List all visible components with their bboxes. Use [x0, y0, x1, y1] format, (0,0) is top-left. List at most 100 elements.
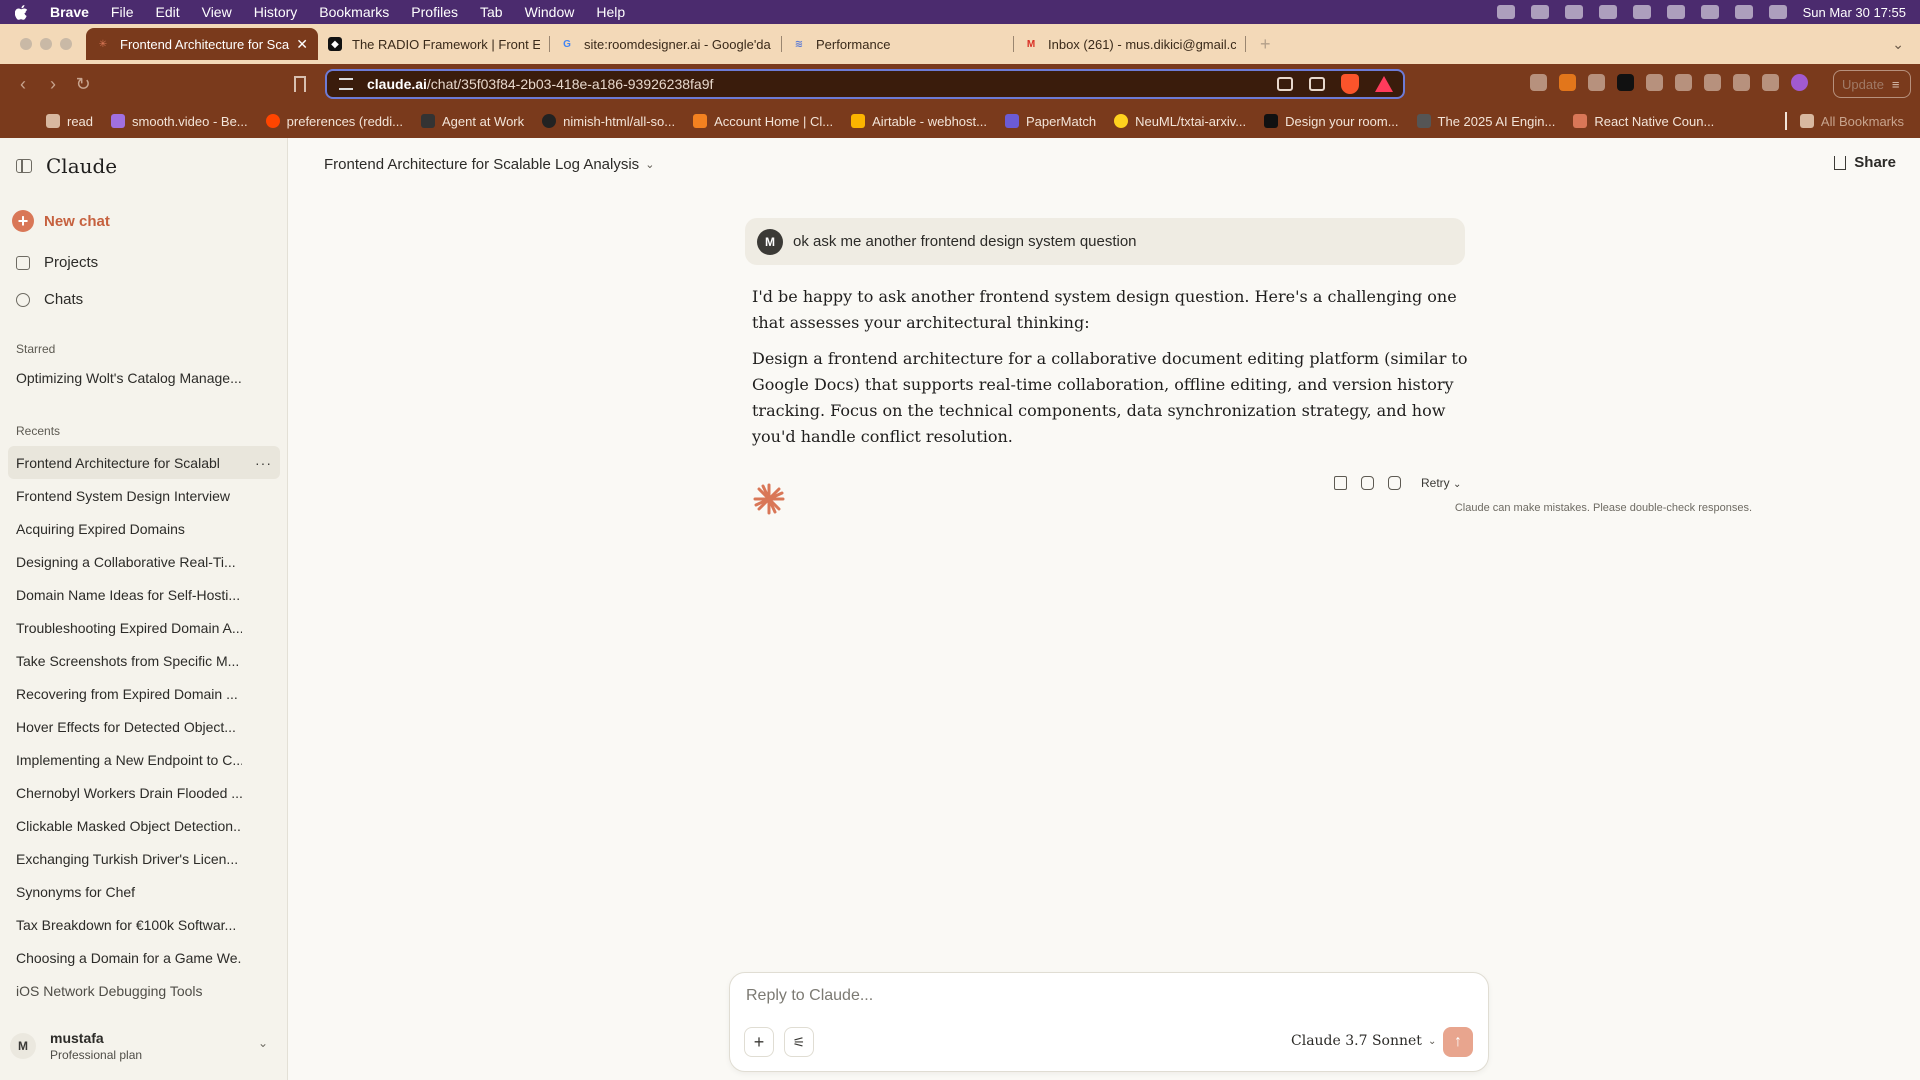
- address-bar[interactable]: claude.ai /chat/35f03f84-2b03-418e-a186-…: [325, 69, 1405, 99]
- recent-chat-item[interactable]: iOS Network Debugging Tools: [8, 974, 280, 1007]
- profile-icon[interactable]: [1791, 74, 1808, 91]
- user-menu[interactable]: M mustafa Professional plan ⌄: [10, 1030, 278, 1062]
- menu-app-name[interactable]: Brave: [50, 4, 89, 20]
- notion-icon[interactable]: [1617, 74, 1634, 91]
- more-options-icon[interactable]: ···: [255, 455, 272, 471]
- bookmark-item[interactable]: read: [46, 114, 93, 129]
- back-arrow-icon[interactable]: ‹: [8, 74, 38, 95]
- recent-chat-item[interactable]: Domain Name Ideas for Self-Hosti...: [8, 578, 280, 611]
- recent-chat-item[interactable]: Tax Breakdown for €100k Softwar...: [8, 908, 280, 941]
- sidebar-toggle-icon[interactable]: [16, 159, 32, 173]
- recent-chat-item[interactable]: Take Screenshots from Specific M...: [8, 644, 280, 677]
- recent-chat-item[interactable]: Synonyms for Chef: [8, 875, 280, 908]
- leo-ai-icon[interactable]: [1733, 74, 1750, 91]
- update-button[interactable]: Update ≡: [1833, 70, 1911, 98]
- browser-tab[interactable]: ◆ The RADIO Framework | Front En: [318, 28, 550, 60]
- new-tab-icon[interactable]: +: [1260, 34, 1271, 55]
- recent-chat-item[interactable]: Exchanging Turkish Driver's Licen...: [8, 842, 280, 875]
- menu-tab[interactable]: Tab: [480, 4, 503, 20]
- recent-chat-item[interactable]: Troubleshooting Expired Domain A...: [8, 611, 280, 644]
- status-app-icon[interactable]: [1564, 5, 1583, 19]
- extension-icon[interactable]: [1588, 74, 1605, 91]
- bookmark-item[interactable]: smooth.video - Be...: [111, 114, 248, 129]
- minimize-window-button[interactable]: [40, 38, 52, 50]
- recent-chat-item[interactable]: Hover Effects for Detected Object...: [8, 710, 280, 743]
- bookmark-item[interactable]: Design your room...: [1264, 114, 1399, 129]
- browser-tab[interactable]: G site:roomdesigner.ai - Google'da: [550, 28, 782, 60]
- menu-window[interactable]: Window: [525, 4, 575, 20]
- apple-icon[interactable]: [14, 4, 28, 20]
- bookmark-item[interactable]: preferences (reddi...: [265, 114, 403, 129]
- menu-profiles[interactable]: Profiles: [411, 4, 458, 20]
- thumbs-up-icon[interactable]: [1361, 476, 1374, 490]
- sidebar-item-chats[interactable]: Chats: [16, 291, 83, 308]
- bookmark-item[interactable]: Agent at Work: [421, 114, 524, 129]
- claude-logo-text[interactable]: Claude: [46, 154, 117, 178]
- recent-chat-item[interactable]: Clickable Masked Object Detection...: [8, 809, 280, 842]
- send-arrow-icon[interactable]: ↑: [1443, 1027, 1473, 1057]
- browser-tab-active[interactable]: ✳ Frontend Architecture for Scal ✕: [86, 28, 318, 60]
- recent-chat-item[interactable]: Frontend System Design Interview: [8, 479, 280, 512]
- bookmark-item[interactable]: PaperMatch: [1004, 114, 1096, 129]
- all-bookmarks-button[interactable]: All Bookmarks: [1799, 114, 1904, 129]
- retry-button[interactable]: Retry ⌄: [1421, 476, 1461, 490]
- bookmark-item[interactable]: The 2025 AI Engin...: [1416, 114, 1555, 129]
- reload-icon[interactable]: ↻: [68, 74, 98, 95]
- reply-input-placeholder[interactable]: Reply to Claude...: [746, 987, 873, 1005]
- menu-edit[interactable]: Edit: [155, 4, 179, 20]
- site-settings-icon[interactable]: [339, 78, 353, 90]
- metamask-icon[interactable]: [1559, 74, 1576, 91]
- vpn-icon[interactable]: [1762, 74, 1779, 91]
- thumbs-down-icon[interactable]: [1388, 476, 1401, 490]
- status-app-icon[interactable]: [1530, 5, 1549, 19]
- menu-file[interactable]: File: [111, 4, 134, 20]
- menu-view[interactable]: View: [202, 4, 232, 20]
- menu-bar-clock[interactable]: Sun Mar 30 17:55: [1803, 5, 1906, 20]
- recent-chat-item[interactable]: Designing a Collaborative Real-Ti...: [8, 545, 280, 578]
- tab-search-chevron-icon[interactable]: ⌄: [1892, 36, 1904, 53]
- bookmark-icon[interactable]: [294, 76, 306, 92]
- browser-tab[interactable]: M Inbox (261) - mus.dikici@gmail.cc: [1014, 28, 1246, 60]
- hamburger-menu-icon[interactable]: ≡: [1892, 77, 1900, 92]
- browser-tab[interactable]: ≋ Performance: [782, 28, 1014, 60]
- add-attachment-plus-icon[interactable]: +: [744, 1027, 774, 1057]
- menu-help[interactable]: Help: [596, 4, 625, 20]
- wifi-icon[interactable]: [1700, 5, 1719, 19]
- copy-icon[interactable]: [1334, 476, 1347, 490]
- recent-chat-item-active[interactable]: Frontend Architecture for Scalabl ···: [8, 446, 280, 479]
- starred-chat-item[interactable]: Optimizing Wolt's Catalog Manage...: [16, 370, 266, 386]
- sidebar-item-projects[interactable]: Projects: [16, 254, 98, 271]
- wallet-icon[interactable]: [1704, 74, 1721, 91]
- bookmark-item[interactable]: Account Home | Cl...: [693, 114, 833, 129]
- reply-composer[interactable]: Reply to Claude... + ⚟ Claude 3.7 Sonnet…: [729, 972, 1489, 1072]
- status-app-icon[interactable]: [1496, 5, 1515, 19]
- recent-chat-item[interactable]: Recovering from Expired Domain ...: [8, 677, 280, 710]
- status-app-icon[interactable]: [1598, 5, 1617, 19]
- bookmark-item[interactable]: nimish-html/all-so...: [542, 114, 675, 129]
- tools-settings-icon[interactable]: ⚟: [784, 1027, 814, 1057]
- recent-chat-item[interactable]: Chernobyl Workers Drain Flooded ...: [8, 776, 280, 809]
- new-chat-button[interactable]: + New chat: [12, 210, 110, 232]
- cast-icon[interactable]: [1277, 77, 1293, 91]
- sidebar-panel-icon[interactable]: [1675, 74, 1692, 91]
- zoom-window-button[interactable]: [60, 38, 72, 50]
- extension-icon[interactable]: [1530, 74, 1547, 91]
- extensions-puzzle-icon[interactable]: [1646, 74, 1663, 91]
- bookmark-item[interactable]: NeuML/txtai-arxiv...: [1114, 114, 1246, 129]
- share-page-icon[interactable]: [1309, 77, 1325, 91]
- control-center-icon[interactable]: [1768, 5, 1787, 19]
- forward-arrow-icon[interactable]: ›: [38, 74, 68, 95]
- bluetooth-icon[interactable]: [1632, 5, 1651, 19]
- share-button[interactable]: Share: [1834, 154, 1896, 171]
- menu-bookmarks[interactable]: Bookmarks: [319, 4, 389, 20]
- model-selector[interactable]: Claude 3.7 Sonnet ⌄: [1291, 1033, 1436, 1049]
- close-window-button[interactable]: [20, 38, 32, 50]
- chat-title-button[interactable]: Frontend Architecture for Scalable Log A…: [324, 156, 654, 173]
- brave-shields-icon[interactable]: [1341, 74, 1359, 94]
- recent-chat-item[interactable]: Acquiring Expired Domains: [8, 512, 280, 545]
- bookmark-item[interactable]: React Native Coun...: [1573, 114, 1714, 129]
- bookmark-item[interactable]: Airtable - webhost...: [851, 114, 987, 129]
- battery-icon[interactable]: [1666, 5, 1685, 19]
- close-tab-icon[interactable]: ✕: [296, 36, 308, 53]
- brave-rewards-icon[interactable]: [1375, 76, 1393, 92]
